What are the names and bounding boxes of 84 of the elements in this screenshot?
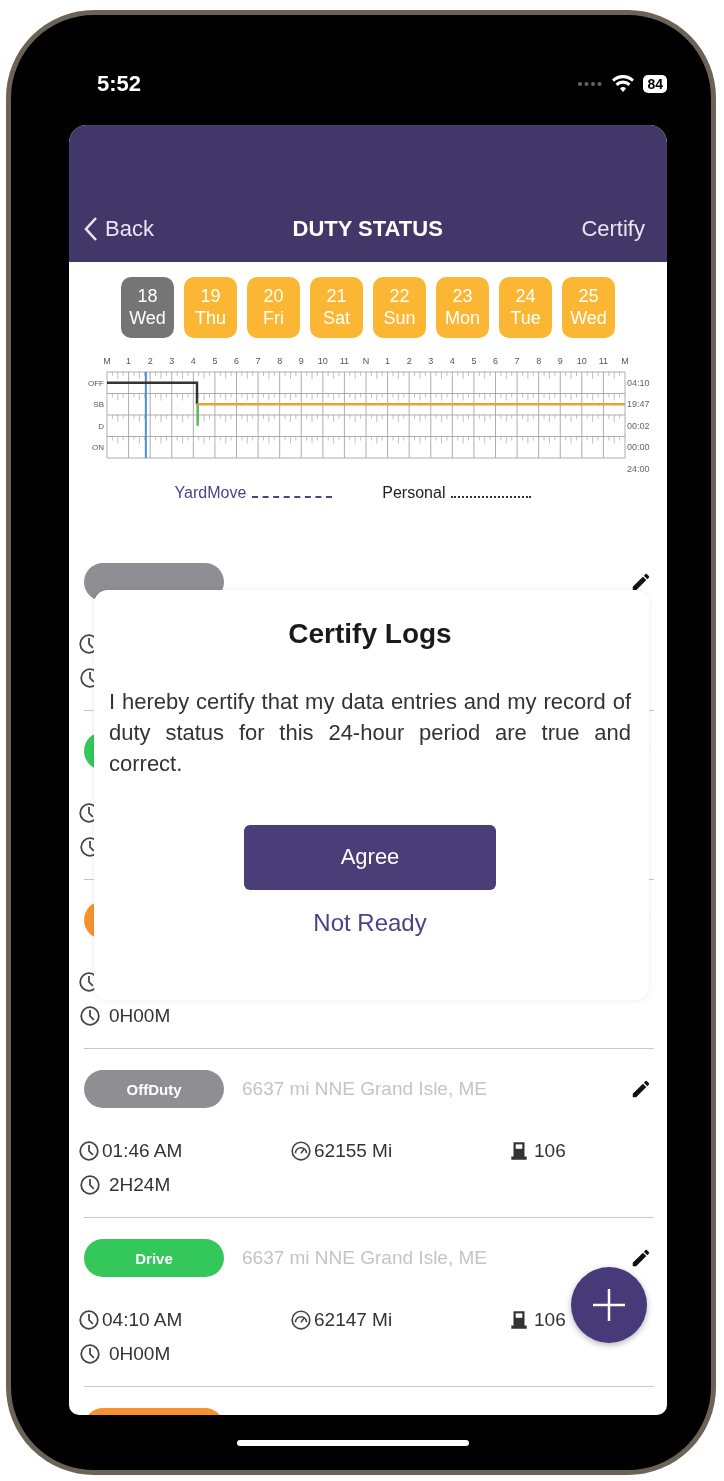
- screen-title: DUTY STATUS: [292, 216, 443, 242]
- duration-text: 0H00M: [109, 1005, 171, 1027]
- truck-icon: [508, 1309, 530, 1331]
- day-tab[interactable]: 24 Tue: [499, 277, 552, 338]
- row-total: 19:47: [627, 399, 650, 410]
- not-ready-button[interactable]: Not Ready: [307, 907, 433, 938]
- duration-text: 0H00M: [109, 1343, 171, 1365]
- row-total: 00:02: [627, 420, 650, 431]
- hour-label: 5: [212, 356, 218, 366]
- status-label: ON: [92, 443, 104, 453]
- clock-icon: [79, 1005, 101, 1027]
- hour-label: 4: [190, 356, 196, 366]
- hour-label: 8: [536, 356, 542, 366]
- pencil-icon[interactable]: [630, 1247, 652, 1269]
- hour-label: 1: [385, 356, 391, 366]
- hour-label: 3: [169, 356, 175, 366]
- hour-label: 6: [234, 356, 239, 366]
- hour-label: 9: [298, 356, 304, 366]
- hour-label: M: [621, 356, 629, 366]
- unit-number: 106: [534, 1140, 566, 1162]
- location-text: 6637 mi NNE Grand Isle, ME: [242, 1247, 487, 1268]
- hour-label: 2: [147, 356, 153, 366]
- wifi-icon: [611, 75, 636, 93]
- clock-icon: [78, 1309, 100, 1331]
- odometer-text: 62155 Mi: [314, 1140, 393, 1162]
- odometer-text: 62147 Mi: [314, 1309, 393, 1331]
- hour-label: N: [362, 356, 370, 366]
- hour-label: 7: [255, 356, 261, 366]
- status-badge[interactable]: OffDuty: [84, 1070, 224, 1108]
- status-time: 5:52: [97, 71, 142, 97]
- duration-text: 2H24M: [109, 1174, 171, 1196]
- hour-label: 10: [576, 356, 587, 366]
- chevron-icon: [83, 216, 99, 242]
- total-hours: 24:00: [627, 464, 650, 474]
- hour-label: 10: [317, 356, 328, 366]
- day-tab[interactable]: 21 Sat: [310, 277, 363, 338]
- hour-label: M: [103, 356, 111, 366]
- truck-icon: [508, 1140, 530, 1162]
- row-total: 00:00: [627, 442, 650, 453]
- status-label: SB: [93, 400, 104, 410]
- hour-label: 9: [557, 356, 563, 366]
- day-tab[interactable]: 22 Sun: [373, 277, 426, 338]
- unit-number: 106: [534, 1309, 566, 1331]
- hour-label: 4: [449, 356, 455, 366]
- dialog-message: I hereby certify that my data entries and my record of duty status for this 24-hour period are true and correct.: [109, 688, 631, 779]
- home-indicator[interactable]: [237, 1439, 469, 1446]
- clock-icon: [79, 1174, 101, 1196]
- row-total: 04:10: [627, 377, 650, 388]
- agree-button[interactable]: Agree: [244, 824, 496, 890]
- status-label: OFF: [88, 378, 104, 388]
- day-tab[interactable]: 18 Wed: [121, 277, 174, 338]
- speedometer-icon: [290, 1309, 312, 1331]
- hour-label: 2: [406, 356, 412, 366]
- status-label: D: [98, 421, 104, 431]
- signal-icon: [577, 81, 604, 87]
- speedometer-icon: [290, 1140, 312, 1162]
- hour-label: 3: [428, 356, 434, 366]
- hour-label: 5: [471, 356, 477, 366]
- day-tab[interactable]: 20 Fri: [247, 277, 300, 338]
- hour-label: 1: [126, 356, 132, 366]
- hour-label: 11: [598, 356, 609, 366]
- day-tab[interactable]: 25 Wed: [562, 277, 615, 338]
- clock-icon: [78, 1140, 100, 1162]
- plus-icon: [591, 1287, 627, 1323]
- legend-label: Personal: [382, 484, 446, 502]
- day-tab[interactable]: 23 Mon: [436, 277, 489, 338]
- add-button[interactable]: [571, 1267, 647, 1343]
- hour-label: 8: [277, 356, 283, 366]
- hour-label: 7: [514, 356, 520, 366]
- battery-level: 84: [643, 75, 667, 93]
- back-button[interactable]: Back: [83, 216, 154, 242]
- day-tab[interactable]: 19 Thu: [184, 277, 237, 338]
- legend-label: YardMove: [174, 484, 247, 502]
- location-text: 6637 mi NNE Grand Isle, ME: [242, 1078, 487, 1099]
- start-time: 04:10 AM: [102, 1309, 183, 1331]
- start-time: 01:46 AM: [102, 1140, 183, 1162]
- clock-icon: [79, 1343, 101, 1365]
- status-badge[interactable]: Drive: [84, 1239, 224, 1277]
- hour-label: 6: [493, 356, 498, 366]
- pencil-icon[interactable]: [630, 1078, 652, 1100]
- hour-label: 11: [339, 356, 350, 366]
- dialog-title: Certify Logs: [288, 618, 452, 650]
- certify-button[interactable]: Certify: [581, 216, 645, 242]
- pencil-icon[interactable]: [630, 571, 652, 593]
